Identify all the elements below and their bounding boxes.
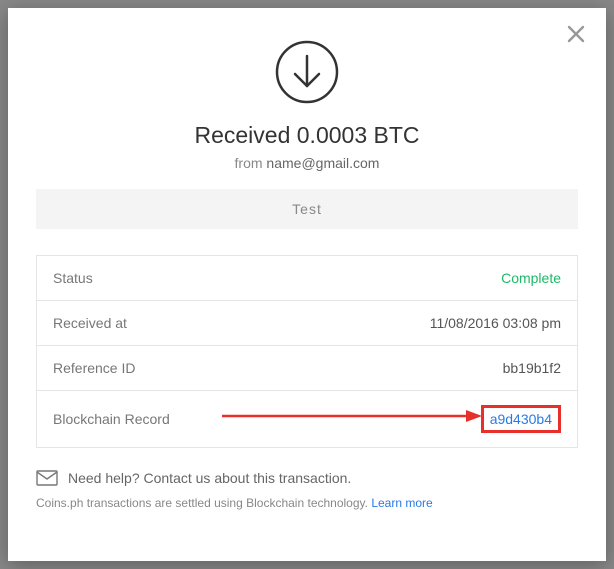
row-received-at: Received at 11/08/2016 03:08 pm: [37, 301, 577, 346]
blockchain-record-link[interactable]: a9d430b4: [490, 411, 552, 427]
status-value: Complete: [501, 270, 561, 286]
row-label: Blockchain Record: [53, 411, 170, 427]
received-at-value: 11/08/2016 03:08 pm: [430, 315, 561, 331]
memo-bar: Test: [36, 189, 578, 229]
details-table: Status Complete Received at 11/08/2016 0…: [36, 255, 578, 448]
footer-note: Coins.ph transactions are settled using …: [36, 496, 578, 510]
row-status: Status Complete: [37, 256, 577, 301]
close-icon: [567, 25, 585, 43]
footer-text: Coins.ph transactions are settled using …: [36, 496, 371, 510]
mail-icon: [36, 470, 58, 486]
annotation-highlight-box: a9d430b4: [481, 405, 561, 433]
row-label: Reference ID: [53, 360, 135, 376]
from-email: name@gmail.com: [266, 155, 379, 171]
annotation-arrow-icon: [222, 407, 482, 425]
receive-arrow-icon: [275, 40, 339, 104]
row-reference-id: Reference ID bb19b1f2: [37, 346, 577, 391]
transaction-title: Received 0.0003 BTC: [36, 122, 578, 149]
learn-more-link[interactable]: Learn more: [371, 496, 432, 510]
close-button[interactable]: [564, 22, 588, 46]
transaction-modal: Received 0.0003 BTC from name@gmail.com …: [8, 8, 606, 561]
row-label: Status: [53, 270, 93, 286]
row-label: Received at: [53, 315, 127, 331]
reference-id-value: bb19b1f2: [503, 360, 561, 376]
help-link[interactable]: Need help? Contact us about this transac…: [36, 470, 578, 486]
help-text: Need help? Contact us about this transac…: [68, 470, 351, 486]
from-prefix: from: [235, 155, 267, 171]
row-blockchain-record: Blockchain Record a9d430b4: [37, 391, 577, 447]
transaction-subtitle: from name@gmail.com: [36, 155, 578, 171]
